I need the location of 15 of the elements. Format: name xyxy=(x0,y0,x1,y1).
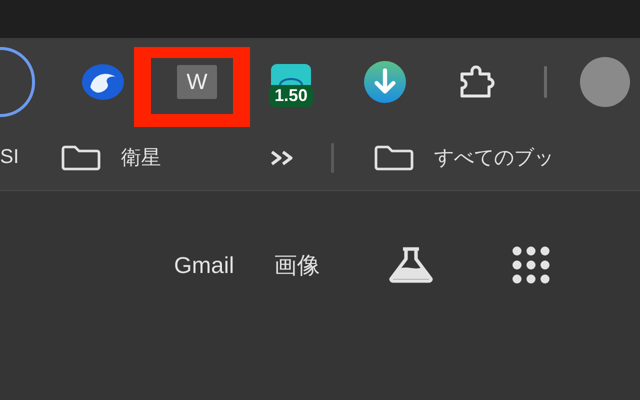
extension-badge: 1.50 xyxy=(269,84,313,106)
wave-icon[interactable] xyxy=(82,64,124,100)
apps-grid-icon[interactable] xyxy=(512,246,550,284)
bookmark-item[interactable]: SI xyxy=(0,146,19,169)
bookmark-folder[interactable]: すべてのブッ xyxy=(374,144,554,171)
extension-button[interactable]: W xyxy=(177,64,217,98)
folder-icon xyxy=(374,144,414,170)
profile-avatar[interactable] xyxy=(580,56,630,106)
download-icon[interactable] xyxy=(364,60,406,102)
bookmark-folder[interactable]: 衛星 xyxy=(60,144,161,171)
header-link[interactable]: Gmail xyxy=(174,252,234,278)
screen-icon[interactable] xyxy=(271,64,311,84)
folder-icon xyxy=(60,144,101,170)
header-link[interactable]: 画像 xyxy=(274,250,320,280)
chevron-icon[interactable] xyxy=(268,150,295,166)
